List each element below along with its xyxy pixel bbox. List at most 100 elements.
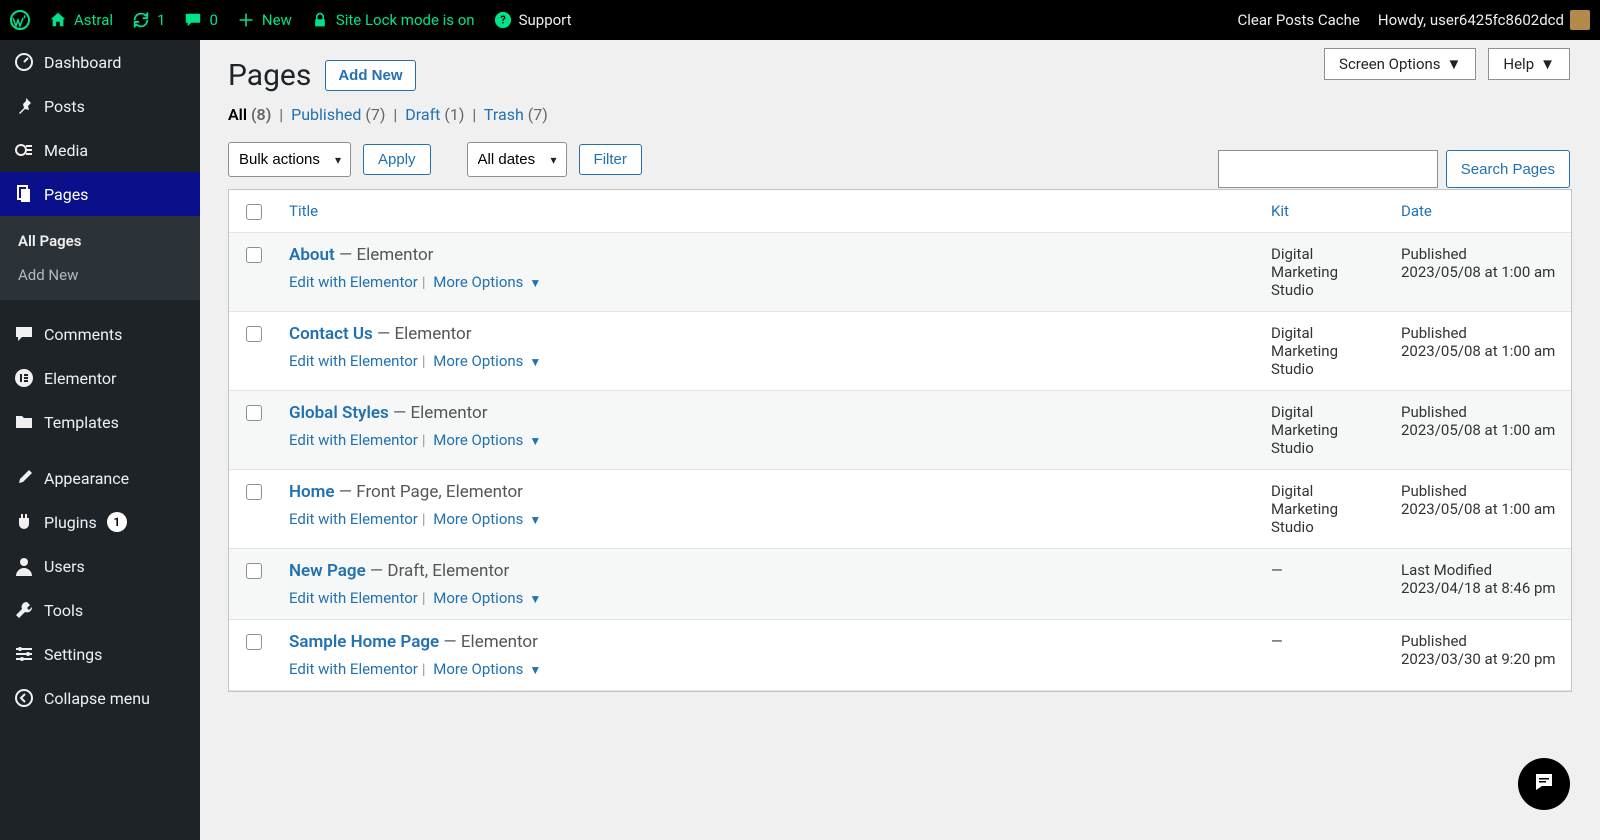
wordpress-icon xyxy=(10,10,30,30)
row-checkbox[interactable] xyxy=(246,405,262,421)
kit-cell: — xyxy=(1261,549,1391,619)
more-options-link[interactable]: More Options▼ xyxy=(433,273,541,291)
more-options-link[interactable]: More Options▼ xyxy=(433,431,541,449)
filter-button[interactable]: Filter xyxy=(579,144,642,175)
page-title-link[interactable]: New Page xyxy=(289,561,366,581)
sidebar-item-label: Templates xyxy=(44,413,119,432)
filter-published[interactable]: Published (7) xyxy=(291,105,385,124)
account-link[interactable]: Howdy, user6425fc8602dcd xyxy=(1378,10,1590,30)
sidebar-item-plugins[interactable]: Plugins1 xyxy=(0,500,200,544)
sidebar-item-elementor[interactable]: Elementor xyxy=(0,356,200,400)
help-button[interactable]: Help ▼ xyxy=(1488,48,1570,80)
sidebar-item-label: Posts xyxy=(44,97,85,116)
sidebar-item-appearance[interactable]: Appearance xyxy=(0,456,200,500)
date-cell: Published2023/03/30 at 9:20 pm xyxy=(1391,620,1571,690)
kit-cell: Digital Marketing Studio xyxy=(1261,470,1391,548)
sidebar-item-collapse-menu[interactable]: Collapse menu xyxy=(0,676,200,720)
sidebar-item-posts[interactable]: Posts xyxy=(0,84,200,128)
page-title-link[interactable]: Contact Us xyxy=(289,324,373,344)
edit-with-elementor-link[interactable]: Edit with Elementor xyxy=(289,589,418,607)
page-title: Pages xyxy=(228,58,311,93)
table-row: Home — Front Page, Elementor Edit with E… xyxy=(229,470,1571,549)
user-icon xyxy=(14,556,34,576)
col-date[interactable]: Date xyxy=(1391,190,1571,232)
comment-icon xyxy=(183,10,203,30)
submenu-all-pages[interactable]: All Pages xyxy=(0,224,200,258)
more-options-link[interactable]: More Options▼ xyxy=(433,589,541,607)
site-lock-link[interactable]: Site Lock mode is on xyxy=(310,10,475,30)
row-checkbox[interactable] xyxy=(246,563,262,579)
more-options-link[interactable]: More Options▼ xyxy=(433,352,541,370)
search-button[interactable]: Search Pages xyxy=(1446,150,1570,188)
howdy-text: Howdy, user6425fc8602dcd xyxy=(1378,11,1564,29)
sidebar-item-comments[interactable]: Comments xyxy=(0,312,200,356)
edit-with-elementor-link[interactable]: Edit with Elementor xyxy=(289,510,418,528)
table-row: Contact Us — Elementor Edit with Element… xyxy=(229,312,1571,391)
filter-trash[interactable]: Trash (7) xyxy=(484,105,548,124)
table-row: Sample Home Page — Elementor Edit with E… xyxy=(229,620,1571,691)
svg-text:?: ? xyxy=(500,14,505,27)
collapse-icon xyxy=(14,688,34,708)
table-header: Title Kit Date xyxy=(229,190,1571,233)
sidebar-item-label: Collapse menu xyxy=(44,689,150,708)
refresh-icon xyxy=(131,10,151,30)
updates-link[interactable]: 1 xyxy=(131,10,165,30)
col-kit-label: Kit xyxy=(1271,202,1289,220)
submenu-add-new[interactable]: Add New xyxy=(0,258,200,292)
filter-all[interactable]: All (8) xyxy=(228,105,271,124)
screen-options-button[interactable]: Screen Options ▼ xyxy=(1324,48,1476,80)
comments-link[interactable]: 0 xyxy=(183,10,217,30)
chevron-down-icon: ▼ xyxy=(1540,55,1555,73)
row-checkbox[interactable] xyxy=(246,326,262,342)
row-checkbox[interactable] xyxy=(246,247,262,263)
sidebar-item-label: Settings xyxy=(44,645,102,664)
page-title-link[interactable]: Home xyxy=(289,482,335,502)
plugin-icon xyxy=(14,512,34,532)
sidebar-item-users[interactable]: Users xyxy=(0,544,200,588)
filter-trash-count: (7) xyxy=(528,105,548,124)
sidebar-item-templates[interactable]: Templates xyxy=(0,400,200,444)
more-options-link[interactable]: More Options▼ xyxy=(433,510,541,528)
support-label: Support xyxy=(519,11,572,29)
filter-draft-count: (1) xyxy=(444,105,464,124)
add-new-button[interactable]: Add New xyxy=(325,60,415,91)
wp-logo[interactable] xyxy=(10,10,30,30)
search-input[interactable] xyxy=(1218,150,1438,188)
sidebar-item-tools[interactable]: Tools xyxy=(0,588,200,632)
edit-with-elementor-link[interactable]: Edit with Elementor xyxy=(289,352,418,370)
select-all-checkbox[interactable] xyxy=(246,204,262,220)
sidebar-item-media[interactable]: Media xyxy=(0,128,200,172)
sidebar-item-settings[interactable]: Settings xyxy=(0,632,200,676)
plus-icon xyxy=(236,10,256,30)
bulk-actions-select[interactable]: Bulk actions xyxy=(228,142,351,177)
apply-button[interactable]: Apply xyxy=(363,144,431,175)
support-link[interactable]: ? Support xyxy=(493,10,572,30)
row-checkbox[interactable] xyxy=(246,634,262,650)
new-content-link[interactable]: New xyxy=(236,10,292,30)
date-cell: Published2023/05/08 at 1:00 am xyxy=(1391,312,1571,390)
filter-published-label: Published xyxy=(291,105,361,124)
chevron-down-icon: ▼ xyxy=(529,434,541,448)
edit-with-elementor-link[interactable]: Edit with Elementor xyxy=(289,660,418,678)
edit-with-elementor-link[interactable]: Edit with Elementor xyxy=(289,273,418,291)
sidebar-item-pages[interactable]: Pages xyxy=(0,172,200,216)
col-title[interactable]: Title xyxy=(279,190,1261,232)
site-name-link[interactable]: Astral xyxy=(48,10,113,30)
page-title-link[interactable]: About xyxy=(289,245,335,265)
filter-draft-label: Draft xyxy=(405,105,440,124)
chevron-down-icon: ▼ xyxy=(529,276,541,290)
filter-draft[interactable]: Draft (1) xyxy=(405,105,464,124)
date-filter-select[interactable]: All dates xyxy=(467,142,567,177)
kit-cell: Digital Marketing Studio xyxy=(1261,233,1391,311)
row-checkbox[interactable] xyxy=(246,484,262,500)
page-title-link[interactable]: Global Styles xyxy=(289,403,389,423)
sidebar-item-dashboard[interactable]: Dashboard xyxy=(0,40,200,84)
page-title-link[interactable]: Sample Home Page xyxy=(289,632,439,652)
title-suffix: — Elementor xyxy=(335,245,434,265)
table-row: Global Styles — Elementor Edit with Elem… xyxy=(229,391,1571,470)
edit-with-elementor-link[interactable]: Edit with Elementor xyxy=(289,431,418,449)
col-kit[interactable]: Kit xyxy=(1261,190,1391,232)
clear-cache-link[interactable]: Clear Posts Cache xyxy=(1238,11,1360,29)
chat-fab[interactable] xyxy=(1518,758,1570,810)
more-options-link[interactable]: More Options▼ xyxy=(433,660,541,678)
